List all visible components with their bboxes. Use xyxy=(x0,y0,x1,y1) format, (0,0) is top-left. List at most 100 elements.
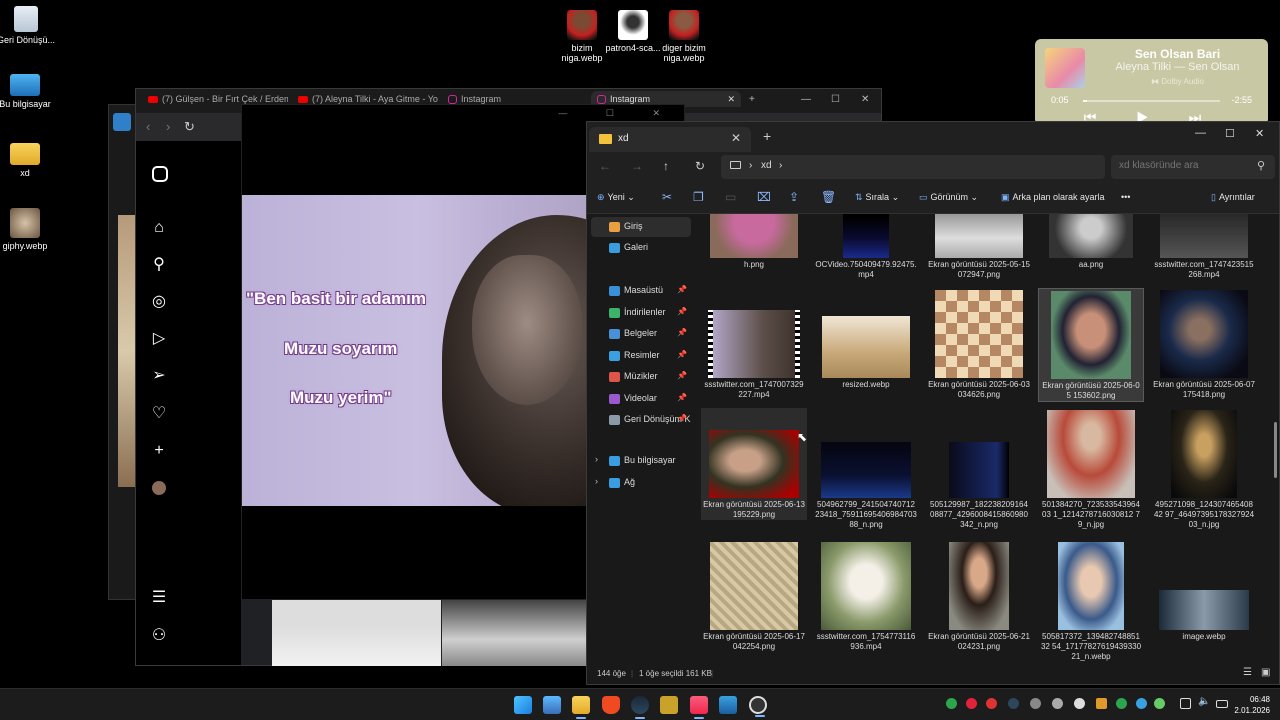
explore-icon[interactable]: ◎ xyxy=(150,293,168,311)
address-bar[interactable]: › xd › xyxy=(721,155,1105,179)
create-icon[interactable]: + xyxy=(150,442,168,460)
profile-avatar[interactable] xyxy=(152,481,166,495)
forward-button[interactable]: → xyxy=(631,159,643,173)
notifications-icon[interactable]: ♡ xyxy=(150,405,168,423)
more-options-button[interactable]: ••• xyxy=(1121,192,1130,202)
explorer-tab[interactable]: xd ✕ xyxy=(589,127,751,152)
file-item[interactable]: Ekran görüntüsü 2025-06-21 024231.png xyxy=(926,540,1032,652)
chevron-right-icon[interactable]: › xyxy=(595,476,598,486)
file-item[interactable]: ssstwitter.com_1754773116936.mp4 xyxy=(813,540,919,652)
tab-close-icon[interactable]: ✕ xyxy=(731,131,741,145)
details-view-icon[interactable]: ☰ xyxy=(1243,667,1252,678)
forward-button[interactable]: › xyxy=(166,119,170,134)
maximize-button[interactable]: ☐ xyxy=(1225,127,1235,140)
back-button[interactable]: ‹ xyxy=(146,119,150,134)
brave-icon[interactable] xyxy=(602,696,620,714)
tray-icon[interactable] xyxy=(986,698,997,709)
up-button[interactable]: ↑ xyxy=(663,159,669,173)
thumbnail[interactable] xyxy=(442,600,586,666)
threads-icon[interactable]: ⚇ xyxy=(150,627,168,645)
tray-icon[interactable] xyxy=(966,698,977,709)
chevron-right-icon[interactable]: › xyxy=(595,454,598,464)
tray-icon[interactable] xyxy=(1030,698,1041,709)
file-item[interactable]: 495271098_12430746540842 97_464973951783… xyxy=(1151,408,1257,530)
nav-item-videolar[interactable]: Videolar 📌 xyxy=(591,389,691,409)
maximize-button[interactable]: ☐ xyxy=(831,94,840,105)
file-item[interactable]: 505817372_13948274885132 54_171778276194… xyxy=(1038,540,1144,662)
nav-item-ağ[interactable]: › Ağ xyxy=(591,473,691,493)
home-icon[interactable]: ⌂ xyxy=(150,219,168,237)
back-button[interactable]: ← xyxy=(599,159,611,173)
paste-icon[interactable]: ▭ xyxy=(725,190,736,204)
file-item[interactable]: 505129987_18223820916408877_429600841586… xyxy=(926,408,1032,530)
nav-item-müzikler[interactable]: Müzikler 📌 xyxy=(591,367,691,387)
file-item[interactable]: aa.png xyxy=(1038,214,1144,270)
cut-icon[interactable]: ✂ xyxy=(662,190,672,204)
copy-icon[interactable]: ❐ xyxy=(693,190,704,204)
desktop-icon-diger-bizim-niga[interactable]: diger bizim niga.webp xyxy=(652,10,716,64)
desktop-icon-xd-folder[interactable]: xd xyxy=(0,143,57,178)
share-icon[interactable]: ⇪ xyxy=(789,190,799,204)
search-box[interactable]: ⚲ xyxy=(1111,155,1275,179)
tray-icon[interactable] xyxy=(1052,698,1063,709)
clock[interactable]: 06:48 2.01.2026 xyxy=(1234,694,1270,716)
breadcrumb-xd[interactable]: xd xyxy=(761,160,772,171)
nav-item-resimler[interactable]: Resimler 📌 xyxy=(591,346,691,366)
file-item[interactable]: Ekran görüntüsü 2025-05-15 072947.png xyxy=(926,214,1032,280)
new-button[interactable]: ⊕ Yeni ⌄ xyxy=(597,192,635,203)
reload-button[interactable]: ↻ xyxy=(184,119,195,135)
network-icon[interactable] xyxy=(1180,698,1191,709)
tray-steam-icon[interactable] xyxy=(1008,698,1019,709)
reels-icon[interactable]: ▷ xyxy=(150,330,168,348)
thumbnail[interactable] xyxy=(272,600,441,666)
file-explorer-icon[interactable] xyxy=(572,696,590,719)
nav-item-galeri[interactable]: Galeri xyxy=(591,238,691,258)
file-item[interactable]: Ekran görüntüsü 2025-06-07 175418.png xyxy=(1151,288,1257,400)
close-button[interactable]: ✕ xyxy=(1255,127,1264,140)
nav-item-i-ndirilenler[interactable]: İndirilenler 📌 xyxy=(591,303,691,323)
steam-icon[interactable] xyxy=(631,696,649,719)
nav-item-belgeler[interactable]: Belgeler 📌 xyxy=(591,324,691,344)
file-item[interactable]: OCVideo.750409479.92475.mp4 xyxy=(813,214,919,280)
menu-icon[interactable]: ☰ xyxy=(150,589,168,607)
file-item[interactable]: 501384270_72353354396403 1_1214278716030… xyxy=(1038,408,1144,530)
tab-close-icon[interactable]: ✕ xyxy=(727,94,735,105)
delete-icon[interactable]: 🗑 xyxy=(821,190,836,204)
new-tab-button[interactable]: + xyxy=(749,94,755,105)
nav-item-geri-dönüşüm-k[interactable]: Geri Dönüşüm K 📌 xyxy=(591,410,691,430)
instagram-icon[interactable] xyxy=(152,166,168,182)
minimize-button[interactable]: — xyxy=(1195,127,1206,139)
nav-item-giriş[interactable]: Giriş xyxy=(591,217,691,237)
desktop-icon-recycle-bin[interactable]: Geri Dönüşü... xyxy=(0,6,58,45)
file-explorer-window[interactable]: xd ✕ + — ☐ ✕ ← → ↑ ↻ › xd › ⚲ ⊕Yeni ⌄ ✂ … xyxy=(586,121,1280,685)
search-input[interactable] xyxy=(1119,160,1249,171)
scrollbar[interactable] xyxy=(1274,422,1277,478)
sort-button[interactable]: ⇅ Sırala ⌄ xyxy=(855,192,899,203)
file-item[interactable]: Ekran görüntüsü 2025-06-13 195229.png xyxy=(701,408,807,520)
new-tab-button[interactable]: + xyxy=(763,128,771,144)
close-button[interactable]: ✕ xyxy=(861,94,869,105)
popup-window-controls[interactable]: — ☐ ✕ xyxy=(558,108,678,119)
browser-tab[interactable]: (7) Aleyna Tilki - Aya Gitme - Yo... xyxy=(298,94,438,104)
file-item[interactable]: 504962799_24150474071223418_759116954069… xyxy=(813,408,919,530)
nav-item-bu-bilgisayar[interactable]: › Bu bilgisayar xyxy=(591,451,691,471)
search-icon[interactable]: ⚲ xyxy=(150,256,168,274)
nav-item-masaüstü[interactable]: Masaüstü 📌 xyxy=(591,281,691,301)
tray-icon[interactable] xyxy=(946,698,957,709)
browser-tab[interactable]: Instagram xyxy=(448,94,588,105)
set-background-button[interactable]: ▣ Arka plan olarak ayarla xyxy=(1001,192,1105,203)
file-item[interactable]: Ekran görüntüsü 2025-06-17 042254.png xyxy=(701,540,807,652)
view-button[interactable]: ▭ Görünüm ⌄ xyxy=(919,192,978,203)
rename-icon[interactable]: ⌧ xyxy=(757,190,771,204)
desktop-icon-giphy[interactable]: giphy.webp xyxy=(0,208,57,251)
tiles-view-icon[interactable]: ▣ xyxy=(1261,667,1270,678)
photos-icon[interactable] xyxy=(543,696,561,714)
volume-icon[interactable]: 🔈 xyxy=(1198,696,1210,707)
game-icon[interactable] xyxy=(660,696,678,714)
progress-bar[interactable] xyxy=(1083,100,1220,102)
tray-icon[interactable] xyxy=(1096,698,1107,709)
refresh-button[interactable]: ↻ xyxy=(695,159,705,173)
desktop-icon-this-pc[interactable]: Bu bilgisayar xyxy=(0,74,57,109)
minimize-button[interactable]: — xyxy=(801,94,811,105)
background-window[interactable] xyxy=(108,104,137,600)
